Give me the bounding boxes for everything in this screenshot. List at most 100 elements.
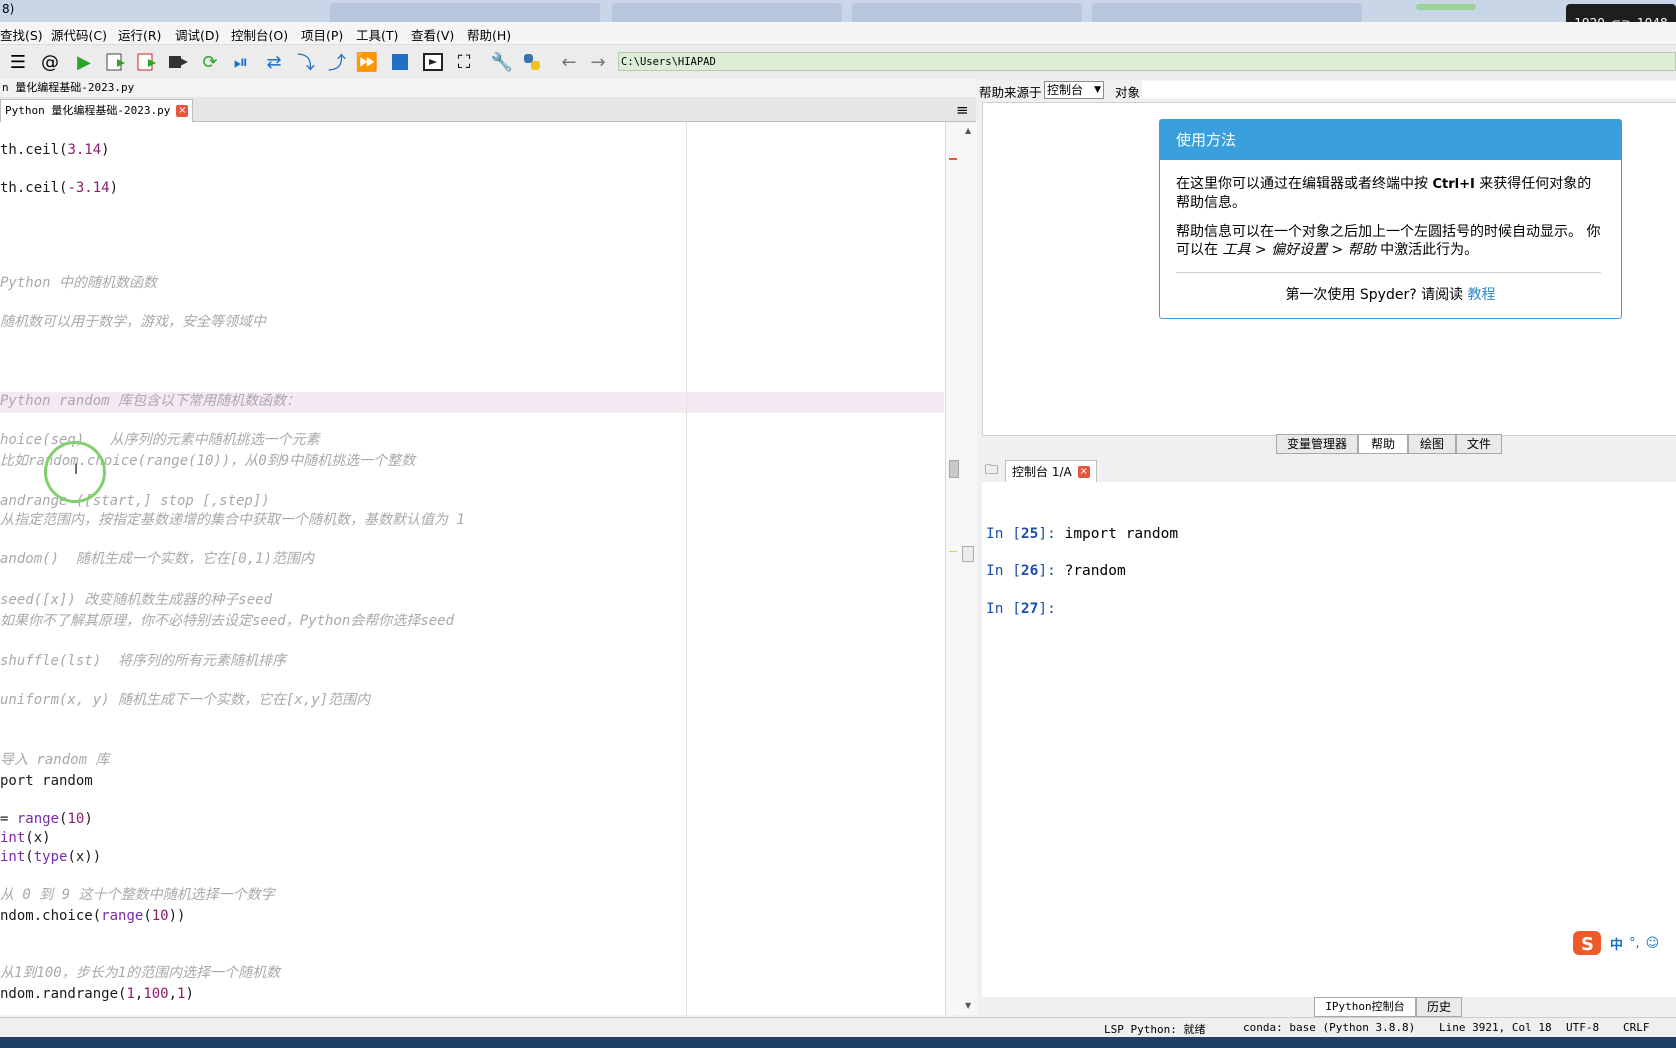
ime-toolbar[interactable]: S 中 °, ☺ xyxy=(1572,928,1676,958)
browser-tab[interactable] xyxy=(852,3,1082,22)
scroll-down-icon[interactable]: ▼ xyxy=(965,1001,971,1010)
cursor-position: Line 3921, Col 18 xyxy=(1439,1021,1552,1034)
warning-marker xyxy=(949,551,957,552)
code-token: th.ceil( xyxy=(0,180,68,196)
console-line[interactable]: In [27]: xyxy=(986,601,1056,617)
options-menu-icon[interactable]: ≡ xyxy=(956,101,969,119)
tab-ipython-console[interactable]: IPython控制台 xyxy=(1314,997,1416,1017)
tutorial-link[interactable]: 教程 xyxy=(1468,287,1496,303)
prompt-text: ]: xyxy=(1038,563,1065,579)
fullscreen-icon[interactable]: ⛶ xyxy=(452,50,476,74)
console-code: import random xyxy=(1064,526,1179,542)
code-token: )) xyxy=(168,908,186,924)
prompt-text: In [ xyxy=(986,601,1021,617)
menu-search[interactable]: 查找(S) xyxy=(0,25,43,44)
run-icon[interactable]: ▶ xyxy=(72,50,96,74)
browse-tabs-icon[interactable]: 🗀 xyxy=(985,461,998,483)
conda-status: conda: base (Python 3.8.8) xyxy=(1243,1021,1416,1034)
stop-icon[interactable] xyxy=(388,50,412,74)
code-comment: hoice(seq) 从序列的元素中随机挑选一个元素 xyxy=(0,432,320,448)
tab-history[interactable]: 历史 xyxy=(1416,997,1462,1017)
help-source-label: 帮助来源于 xyxy=(979,85,1042,100)
code-token: 10 xyxy=(151,908,169,924)
code-token: range xyxy=(101,908,144,924)
menu-project[interactable]: 项目(P) xyxy=(301,25,343,44)
prompt-number: 27 xyxy=(1020,601,1039,617)
toolbar: ☰ @ ▶ ⟳ ⏯ ⇄ ⤵ ⤴ ⏩ ⛶ 🔧 ← → C:\Users\HIAPA… xyxy=(0,45,1676,80)
browser-tab[interactable] xyxy=(1092,3,1362,22)
tab-files[interactable]: 文件 xyxy=(1456,434,1502,454)
step-icon[interactable]: ⇄ xyxy=(262,50,286,74)
menu-console[interactable]: 控制台(O) xyxy=(231,25,288,44)
console-tab[interactable]: 控制台 1/A × xyxy=(1005,460,1097,482)
close-icon[interactable]: × xyxy=(1077,465,1090,478)
code-token: ndom.choice( xyxy=(0,908,102,924)
minimap-handle[interactable] xyxy=(962,546,974,562)
scroll-thumb[interactable] xyxy=(949,460,959,478)
code-token: -3.14 xyxy=(67,180,110,196)
help-source-select[interactable]: 控制台 ▼ xyxy=(1044,81,1104,99)
console-tab-bar: 🗀 控制台 1/A × xyxy=(982,458,1676,483)
code-line: int(type(x)) xyxy=(0,848,101,866)
editor-tab[interactable]: Python 量化编程基础-2023.py × xyxy=(0,99,194,122)
window-title-fragment: 8) xyxy=(2,2,15,16)
taskbar xyxy=(0,1037,1676,1048)
scroll-up-icon[interactable]: ▲ xyxy=(965,126,971,135)
tab-plots[interactable]: 绘图 xyxy=(1408,434,1456,454)
run-selection-icon[interactable] xyxy=(166,50,190,74)
menu-debug[interactable]: 调试(D) xyxy=(175,25,219,44)
console-code: ?random xyxy=(1064,563,1126,579)
browser-tab[interactable] xyxy=(330,3,600,22)
ime-mode-label[interactable]: 中 xyxy=(1610,934,1623,953)
menu-help[interactable]: 帮助(H) xyxy=(467,25,511,44)
maximize-pane-icon[interactable] xyxy=(421,50,445,74)
outline-icon[interactable]: ☰ xyxy=(6,50,30,74)
code-line: 从1到100，步长为1的范围内选择一个随机数 xyxy=(0,964,280,982)
close-icon[interactable]: × xyxy=(176,105,189,117)
ipython-console[interactable]: In [25]: import random In [26]: ?random … xyxy=(982,482,1676,997)
continue-icon[interactable]: ⏩ xyxy=(355,50,379,74)
rerun-icon[interactable]: ⟳ xyxy=(198,50,222,74)
step-into-icon[interactable]: ⤵ xyxy=(294,50,318,74)
code-line: th.ceil(3.14) xyxy=(0,141,110,159)
browser-tab[interactable] xyxy=(612,3,842,22)
browser-tab-strip: 8) xyxy=(0,0,1676,22)
run-cell-advance-icon[interactable] xyxy=(135,50,159,74)
code-comment: uniform(x, y) 随机生成下一个实数，它在[x,y]范围内 xyxy=(0,692,371,708)
code-line: 从指定范围内，按指定基数递增的集合中获取一个随机数，基数默认值为 1 xyxy=(0,511,465,529)
menu-tools[interactable]: 工具(T) xyxy=(356,25,398,44)
run-cell-icon[interactable] xyxy=(104,50,128,74)
editor-tab-bar: Python 量化编程基础-2023.py × ≡ xyxy=(0,97,976,122)
menu-view[interactable]: 查看(V) xyxy=(411,25,454,44)
console-tab-label: 控制台 1/A xyxy=(1012,465,1072,479)
code-line: shuffle(lst) 将序列的所有元素随机排序 xyxy=(0,652,286,670)
code-comment: 从 0 到 9 这十个整数中随机选择一个数字 xyxy=(0,887,275,903)
code-token: int xyxy=(0,830,26,846)
code-comment: 从1到100，步长为1的范围内选择一个随机数 xyxy=(0,965,281,981)
object-input[interactable] xyxy=(1142,81,1676,98)
editor-tab-label: Python 量化编程基础-2023.py xyxy=(5,104,171,117)
step-return-icon[interactable]: ⤴ xyxy=(325,50,349,74)
working-directory-path[interactable]: C:\Users\HIAPAD xyxy=(618,52,1676,71)
code-token: ( xyxy=(25,849,34,865)
menu-source[interactable]: 源代码(C) xyxy=(51,25,107,44)
editor-scrollbar[interactable]: ▲ ▼ xyxy=(945,122,977,1015)
menu-run[interactable]: 运行(R) xyxy=(118,25,161,44)
debug-icon[interactable]: ⏯ xyxy=(229,50,253,74)
ime-emoji-icon[interactable]: ☺ xyxy=(1646,936,1660,951)
tab-help[interactable]: 帮助 xyxy=(1358,434,1408,454)
code-editor[interactable] xyxy=(0,122,945,1015)
at-icon[interactable]: @ xyxy=(38,50,62,74)
file-encoding: UTF-8 xyxy=(1566,1021,1600,1034)
preferences-icon[interactable]: 🔧 xyxy=(490,50,514,74)
code-comment: 导入 random 库 xyxy=(0,752,110,768)
tab-variable-explorer[interactable]: 变量管理器 xyxy=(1276,434,1358,454)
back-arrow-icon[interactable]: ← xyxy=(557,50,581,74)
ime-punct-icon[interactable]: °, xyxy=(1629,936,1640,951)
progress-indicator xyxy=(1416,4,1476,10)
code-line: port random xyxy=(0,772,93,790)
forward-arrow-icon[interactable]: → xyxy=(586,50,610,74)
code-line: ndom.randrange(1,100,1) xyxy=(0,985,194,1003)
code-token: ndom.randrange( xyxy=(0,986,127,1002)
python-path-icon[interactable] xyxy=(520,50,544,74)
